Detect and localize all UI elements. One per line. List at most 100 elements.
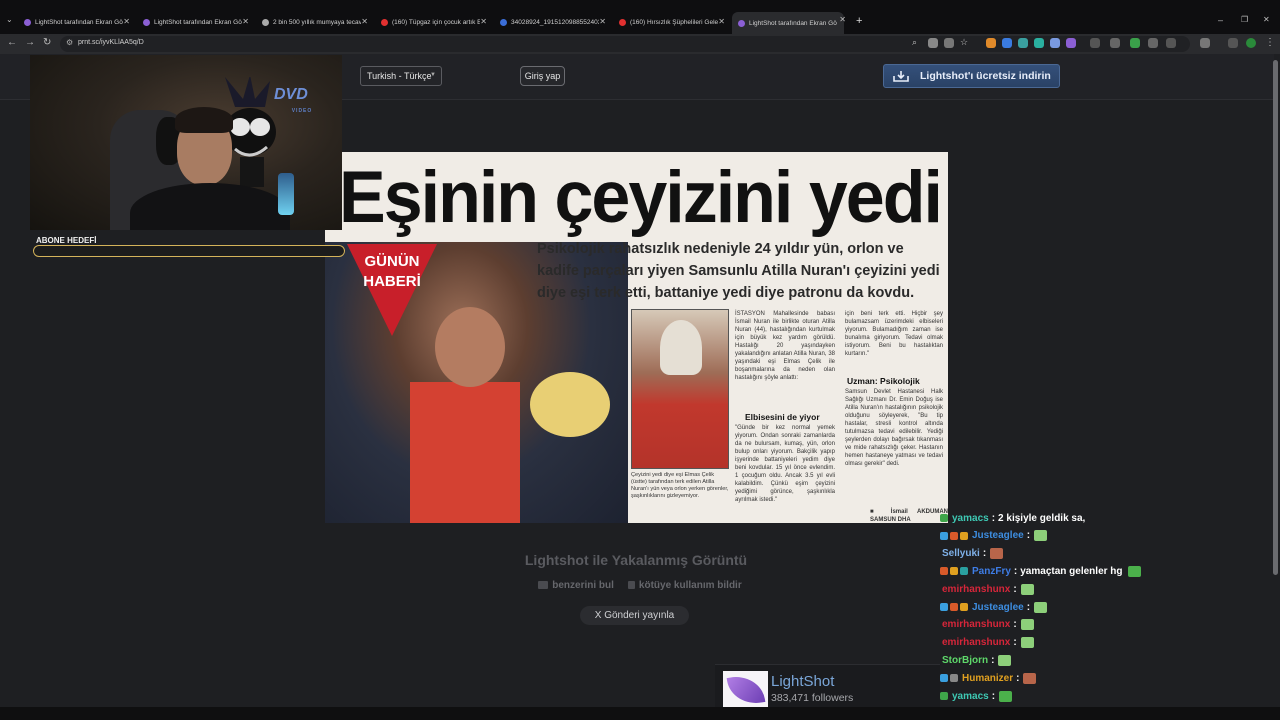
chat-username[interactable]: emirhanshunx xyxy=(942,619,1010,630)
cast-icon[interactable] xyxy=(928,38,938,48)
lightshot-followers: 383,471 followers xyxy=(771,692,854,704)
chat-username[interactable]: yamacs xyxy=(952,513,989,524)
browser-tab[interactable]: 34028924_1915120988552403 ✕ xyxy=(500,14,606,30)
chat-message: emirhanshunx: xyxy=(940,617,1034,633)
profile-icon[interactable] xyxy=(1228,38,1238,48)
maximize-button[interactable]: ❐ xyxy=(1241,15,1248,24)
woman-photo xyxy=(631,309,729,469)
zoom-icon[interactable]: ⌕ xyxy=(912,37,917,48)
chat-username[interactable]: Humanizer xyxy=(962,673,1013,684)
chat-separator: : xyxy=(1026,530,1031,542)
subhead-uzman: Uzman: Psikolojik xyxy=(847,376,920,386)
browser-menu-icon[interactable]: ⋮ xyxy=(1265,37,1275,48)
extension-icon[interactable] xyxy=(1034,38,1044,48)
chat-emote-icon xyxy=(1020,637,1034,649)
minimize-button[interactable]: – xyxy=(1218,15,1223,25)
flag-icon xyxy=(627,581,635,590)
post-button[interactable]: X Gönderi yayınla xyxy=(580,606,689,625)
tab-title: 34028924_1915120988552403 xyxy=(511,18,599,26)
tab-close-icon[interactable]: ✕ xyxy=(839,15,846,24)
chat-username[interactable]: emirhanshunx xyxy=(942,637,1010,648)
reload-icon[interactable]: ↻ xyxy=(43,37,51,48)
forward-icon[interactable]: → xyxy=(25,37,35,48)
tab-close-icon[interactable]: ✕ xyxy=(718,17,725,26)
tab-close-icon[interactable]: ✕ xyxy=(242,17,249,26)
chat-username[interactable]: emirhanshunx xyxy=(942,584,1010,595)
url-text: prnt.sc/iyvKLlAA5q/D xyxy=(78,39,144,46)
chat-badge-icon xyxy=(960,531,968,540)
bookmark-star-icon[interactable]: ☆ xyxy=(960,37,968,48)
language-select[interactable]: Turkish - Türkçe ▼ xyxy=(360,66,442,86)
dvd-text: DVD xyxy=(274,86,308,103)
chat-username[interactable]: Justeaglee xyxy=(972,602,1024,613)
extension-icon[interactable] xyxy=(1130,38,1140,48)
window-close-button[interactable]: ✕ xyxy=(1263,15,1270,24)
site-info-icon[interactable]: ⚙ xyxy=(66,38,73,47)
browser-tab[interactable]: LightShot tarafından Ekran Görü ✕ xyxy=(143,14,249,30)
extension-icon[interactable] xyxy=(1166,38,1176,48)
tab-search-icon[interactable]: ⌄ xyxy=(6,15,13,24)
browser-tab[interactable]: 2 bin 500 yıllık mumyaya tecav ✕ xyxy=(262,14,368,30)
browser-tab[interactable]: LightShot tarafından Ekran Görü ✕ xyxy=(732,12,846,34)
tab-favicon-icon xyxy=(262,18,269,26)
download-button[interactable]: Lightshot'ı ücretsiz indirin xyxy=(883,64,1060,88)
extension-icon[interactable] xyxy=(1110,38,1120,48)
chat-message: Sellyuki: xyxy=(940,546,1004,562)
chat-message: StorBjorn: xyxy=(940,652,1012,668)
chat-message: yamacs: xyxy=(940,688,1013,704)
article-signature: ■ İsmail AKDUMAN SAMSUN DHA xyxy=(870,509,948,523)
extension-icon[interactable] xyxy=(986,38,996,48)
lightshot-name[interactable]: LightShot xyxy=(771,673,834,690)
browser-tab-bar: ⌄ LightShot tarafından Ekran Görü ✕ LightS… xyxy=(0,0,1280,34)
page-scrollbar[interactable] xyxy=(1273,60,1278,575)
chat-username[interactable]: StorBjorn xyxy=(942,655,988,666)
chat-username[interactable]: yamacs xyxy=(952,691,989,702)
login-button[interactable]: Giriş yap xyxy=(520,66,565,86)
caption-title: Lightshot ile Yakalanmış Görüntü xyxy=(524,552,748,568)
extension-icon[interactable] xyxy=(1018,38,1028,48)
report-abuse-link[interactable]: kötüye kullanım bildir xyxy=(627,580,742,591)
extension-icon[interactable] xyxy=(1002,38,1012,48)
extension-icon[interactable] xyxy=(1148,38,1158,48)
find-similar-link[interactable]: benzerini bul xyxy=(538,580,614,591)
tab-close-icon[interactable]: ✕ xyxy=(123,17,130,26)
account-avatar[interactable] xyxy=(1246,38,1256,48)
eye-off-icon[interactable] xyxy=(944,38,954,48)
tab-close-icon[interactable]: ✕ xyxy=(599,17,606,26)
browser-toolbar: ← → ↻ ⚙ prnt.sc/iyvKLlAA5q/D ⌕ ☆ ⋮ xyxy=(0,34,1280,54)
chat-emote-icon xyxy=(1034,601,1048,613)
extension-icon[interactable] xyxy=(1066,38,1076,48)
chat-text: 2 kişiyle geldik sa, xyxy=(998,512,1086,524)
camera-icon xyxy=(538,581,549,590)
lightshot-logo[interactable] xyxy=(723,671,768,710)
chat-username[interactable]: Sellyuki xyxy=(942,548,980,559)
chat-separator: : xyxy=(991,654,995,666)
browser-tab[interactable]: (160) Hırsızlık Şüphelileri Gelen ✕ xyxy=(619,14,725,30)
browser-tab[interactable]: (160) Tüpgaz için çocuk artık B ✕ xyxy=(381,14,487,30)
tab-title: (160) Hırsızlık Şüphelileri Gelen xyxy=(630,18,718,26)
chat-username[interactable]: Justeaglee xyxy=(972,530,1024,541)
new-tab-button[interactable]: + xyxy=(856,15,862,27)
tab-close-icon[interactable]: ✕ xyxy=(361,17,368,26)
extensions-puzzle-icon[interactable] xyxy=(1200,38,1210,48)
chat-emote-icon xyxy=(990,548,1004,560)
stream-chat: yamacs:2 kişiyle geldik sa, Justeaglee: Se… xyxy=(940,510,1280,720)
chat-separator: : xyxy=(982,548,987,560)
tab-title: LightShot tarafından Ekran Görü xyxy=(749,19,837,27)
chat-badge-icon xyxy=(950,674,958,683)
browser-tab[interactable]: LightShot tarafından Ekran Görü ✕ xyxy=(24,14,130,30)
download-label: Lightshot'ı ücretsiz indirin xyxy=(920,70,1051,82)
man-head xyxy=(435,307,505,387)
chat-message: Humanizer: xyxy=(940,670,1037,686)
chat-badge-icon xyxy=(940,567,948,576)
extension-icon[interactable] xyxy=(1050,38,1060,48)
tab-close-icon[interactable]: ✕ xyxy=(480,17,487,26)
extension-icon[interactable] xyxy=(1090,38,1100,48)
chat-message: yamacs:2 kişiyle geldik sa, xyxy=(940,510,1085,526)
back-icon[interactable]: ← xyxy=(7,37,17,48)
chat-username[interactable]: PanzFry xyxy=(972,566,1011,577)
chat-message: emirhanshunx: xyxy=(940,635,1034,651)
chat-badge-icon xyxy=(940,603,948,611)
download-icon xyxy=(893,71,909,82)
tab-title: 2 bin 500 yıllık mumyaya tecav xyxy=(273,18,361,26)
